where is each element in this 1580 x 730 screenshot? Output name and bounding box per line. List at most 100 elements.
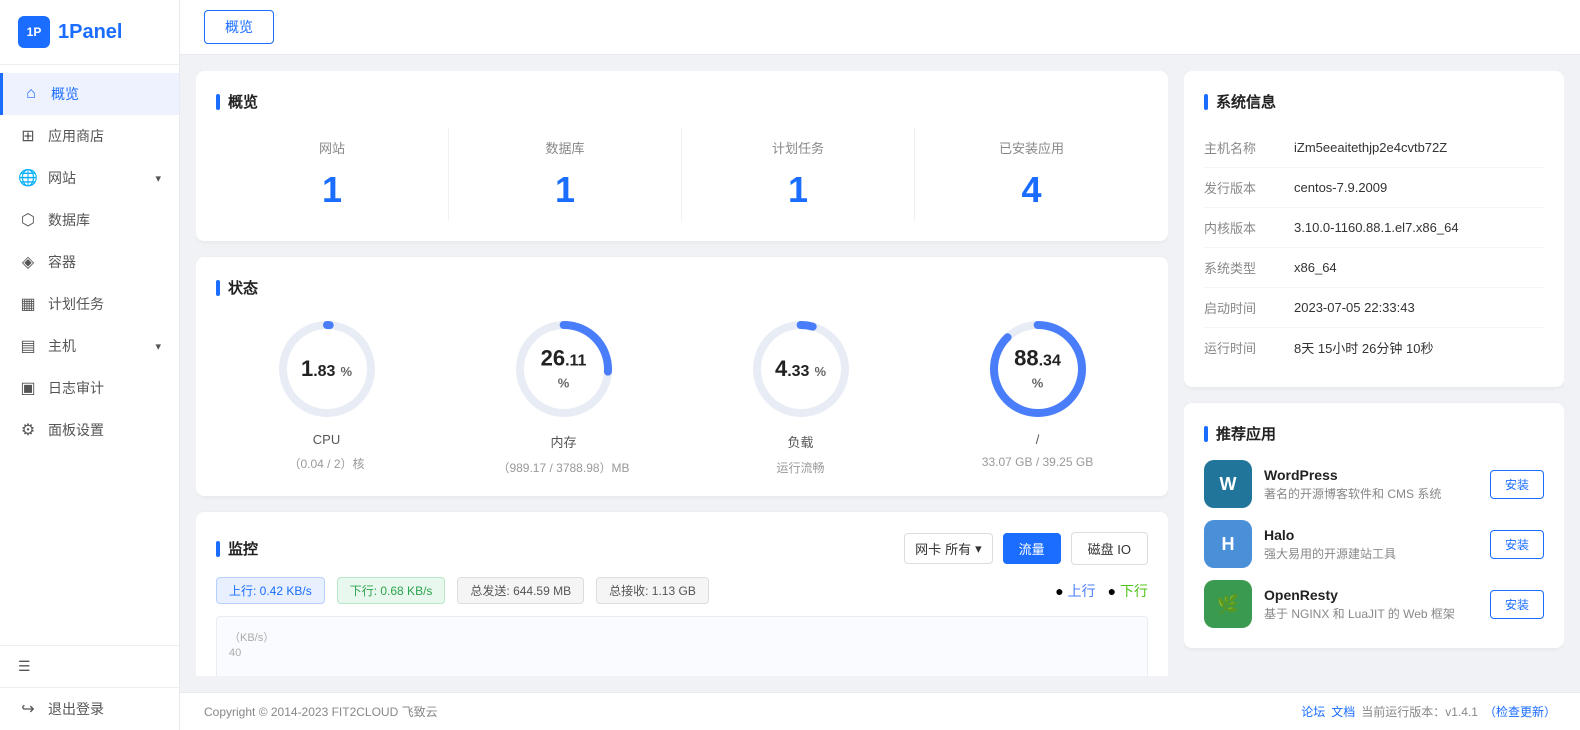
monitor-header: 监控 网卡 所有 ▾ 流量 磁盘 IO (216, 532, 1148, 565)
sidebar: 1P 1Panel ⌂ 概览 ⊞ 应用商店 🌐 网站 ▾ ⬡ 数据库 ◈ 容器 … (0, 0, 180, 730)
sysinfo-card: 系统信息 主机名称 iZm5eeaitethjp2e4cvtb72Z 发行版本 … (1184, 71, 1564, 387)
stat-upload: 上行: 0.42 KB/s (216, 577, 325, 604)
app-icon-wordpress: W (1204, 460, 1252, 508)
footer-update-link[interactable]: （检查更新） (1484, 703, 1556, 720)
gauge-cpu-label: CPU (313, 432, 340, 447)
log-icon: ▣ (18, 378, 38, 398)
recommended-apps-title: 推荐应用 (1204, 423, 1544, 444)
sidebar-item-label: 概览 (51, 84, 79, 104)
chart-y-value: 40 (229, 647, 1135, 659)
footer-link-forum[interactable]: 论坛 (1301, 703, 1325, 720)
sidebar-item-database[interactable]: ⬡ 数据库 (0, 199, 179, 241)
info-key-uptime: 运行时间 (1204, 338, 1294, 357)
stat-website[interactable]: 网站 1 (216, 128, 449, 221)
stat-database[interactable]: 数据库 1 (449, 128, 682, 221)
app-desc-halo: 强大易用的开源建站工具 (1264, 545, 1478, 562)
app-name-halo: Halo (1264, 527, 1478, 543)
gauge-memory-value: 26.11 % (536, 346, 591, 393)
stat-download: 下行: 0.68 KB/s (337, 577, 446, 604)
monitor-card: 监控 网卡 所有 ▾ 流量 磁盘 IO 上行: 0.42 KB/s 下行: 0.… (196, 512, 1168, 676)
stats-grid: 网站 1 数据库 1 计划任务 1 已安装应用 4 (216, 128, 1148, 221)
gauge-disk-label: / (1036, 432, 1040, 447)
container-icon: ◈ (18, 252, 38, 272)
gauges-grid: 1.83 % CPU （0.04 / 2）核 (216, 314, 1148, 476)
nic-select-wrapper[interactable]: 网卡 所有 ▾ (904, 533, 993, 564)
sidebar-item-overview[interactable]: ⌂ 概览 (0, 73, 179, 115)
chevron-down-icon: ▾ (155, 340, 161, 353)
gauge-load-value: 4.33 % (775, 356, 826, 382)
sidebar-item-label: 主机 (48, 336, 76, 356)
gauge-memory-label: 内存 (550, 432, 576, 451)
app-info-openresty: OpenResty 基于 NGINX 和 LuaJIT 的 Web 框架 (1264, 587, 1478, 622)
home-icon: ⌂ (21, 85, 41, 103)
footer-right: 论坛 文档 当前运行版本：v1.4.1 （检查更新） (1301, 703, 1556, 720)
app-item-halo: H Halo 强大易用的开源建站工具 安装 (1204, 520, 1544, 568)
info-row-boot: 启动时间 2023-07-05 22:33:43 (1204, 288, 1544, 328)
stat-sent: 总发送: 644.59 MB (457, 577, 584, 604)
gauge-cpu-center: 1.83 % (301, 356, 352, 382)
sidebar-item-label: 计划任务 (48, 294, 104, 314)
install-button-halo[interactable]: 安装 (1490, 530, 1544, 559)
sidebar-item-log[interactable]: ▣ 日志审计 (0, 367, 179, 409)
chart-area: （KB/s） 40 (216, 616, 1148, 676)
sidebar-item-label: 日志审计 (48, 378, 104, 398)
hamburger-icon: ☰ (18, 658, 31, 675)
app-desc-openresty: 基于 NGINX 和 LuaJIT 的 Web 框架 (1264, 605, 1478, 622)
sidebar-footer: ☰ (0, 645, 179, 687)
globe-icon: 🌐 (18, 168, 38, 188)
btn-traffic[interactable]: 流量 (1003, 533, 1061, 564)
stat-cron[interactable]: 计划任务 1 (682, 128, 915, 221)
btn-disk-io[interactable]: 磁盘 IO (1071, 532, 1148, 565)
install-button-wordpress[interactable]: 安装 (1490, 470, 1544, 499)
gauge-disk: 88.34 % / 33.07 GB / 39.25 GB (927, 314, 1148, 476)
sidebar-item-host[interactable]: ▤ 主机 ▾ (0, 325, 179, 367)
sidebar-item-logout[interactable]: ↪ 退出登录 (0, 687, 179, 730)
sidebar-item-appstore[interactable]: ⊞ 应用商店 (0, 115, 179, 157)
stat-website-label: 网站 (226, 138, 438, 157)
app-item-openresty: 🌿 OpenResty 基于 NGINX 和 LuaJIT 的 Web 框架 安… (1204, 580, 1544, 628)
gauge-disk-value: 88.34 % (1010, 346, 1065, 393)
gauge-memory-container: 26.11 % (509, 314, 619, 424)
info-val-arch: x86_64 (1294, 260, 1337, 275)
install-button-openresty[interactable]: 安装 (1490, 590, 1544, 619)
sidebar-nav: ⌂ 概览 ⊞ 应用商店 🌐 网站 ▾ ⬡ 数据库 ◈ 容器 ▦ 计划任务 ▤ 主… (0, 65, 179, 645)
overview-card: 概览 网站 1 数据库 1 计划任务 1 已安装应用 (196, 71, 1168, 241)
info-row-hostname: 主机名称 iZm5eeaitethjp2e4cvtb72Z (1204, 128, 1544, 168)
chevron-down-icon: ▾ (155, 172, 161, 185)
stat-cron-label: 计划任务 (692, 138, 904, 157)
footer-version: 当前运行版本：v1.4.1 (1361, 703, 1478, 720)
app-icon-halo: H (1204, 520, 1252, 568)
sidebar-item-cron[interactable]: ▦ 计划任务 (0, 283, 179, 325)
app-name-openresty: OpenResty (1264, 587, 1478, 603)
sidebar-item-label: 容器 (48, 252, 76, 272)
info-val-boot: 2023-07-05 22:33:43 (1294, 300, 1415, 315)
info-key-boot: 启动时间 (1204, 298, 1294, 317)
stat-website-value: 1 (226, 169, 438, 211)
app-list: W WordPress 著名的开源博客软件和 CMS 系统 安装 H (1204, 460, 1544, 628)
legend-down: 下行 (1120, 583, 1148, 599)
nic-value: 所有 (945, 539, 971, 558)
cron-icon: ▦ (18, 294, 38, 314)
sidebar-item-label: 网站 (48, 168, 76, 188)
gauge-disk-container: 88.34 % (983, 314, 1093, 424)
sidebar-item-label: 面板设置 (48, 420, 104, 440)
gauge-memory-sub: （989.17 / 3788.98）MB (497, 459, 629, 476)
info-row-arch: 系统类型 x86_64 (1204, 248, 1544, 288)
gauge-memory-center: 26.11 % (536, 346, 591, 393)
sidebar-item-settings[interactable]: ⚙ 面板设置 (0, 409, 179, 451)
monitor-stats: 上行: 0.42 KB/s 下行: 0.68 KB/s 总发送: 644.59 … (216, 577, 1148, 604)
sidebar-item-container[interactable]: ◈ 容器 (0, 241, 179, 283)
settings-icon: ⚙ (18, 420, 38, 440)
info-key-distro: 发行版本 (1204, 178, 1294, 197)
app-name-wordpress: WordPress (1264, 467, 1478, 483)
stat-apps[interactable]: 已安装应用 4 (915, 128, 1148, 221)
gauge-cpu-sub: （0.04 / 2）核 (288, 455, 364, 472)
sidebar-item-website[interactable]: 🌐 网站 ▾ (0, 157, 179, 199)
gauge-disk-sub: 33.07 GB / 39.25 GB (982, 455, 1093, 469)
footer-link-docs[interactable]: 文档 (1331, 703, 1355, 720)
chevron-down-icon: ▾ (975, 541, 982, 557)
sidebar-item-label: 应用商店 (48, 126, 104, 146)
info-key-arch: 系统类型 (1204, 258, 1294, 277)
app-item-wordpress: W WordPress 著名的开源博客软件和 CMS 系统 安装 (1204, 460, 1544, 508)
logout-label: 退出登录 (48, 699, 104, 719)
